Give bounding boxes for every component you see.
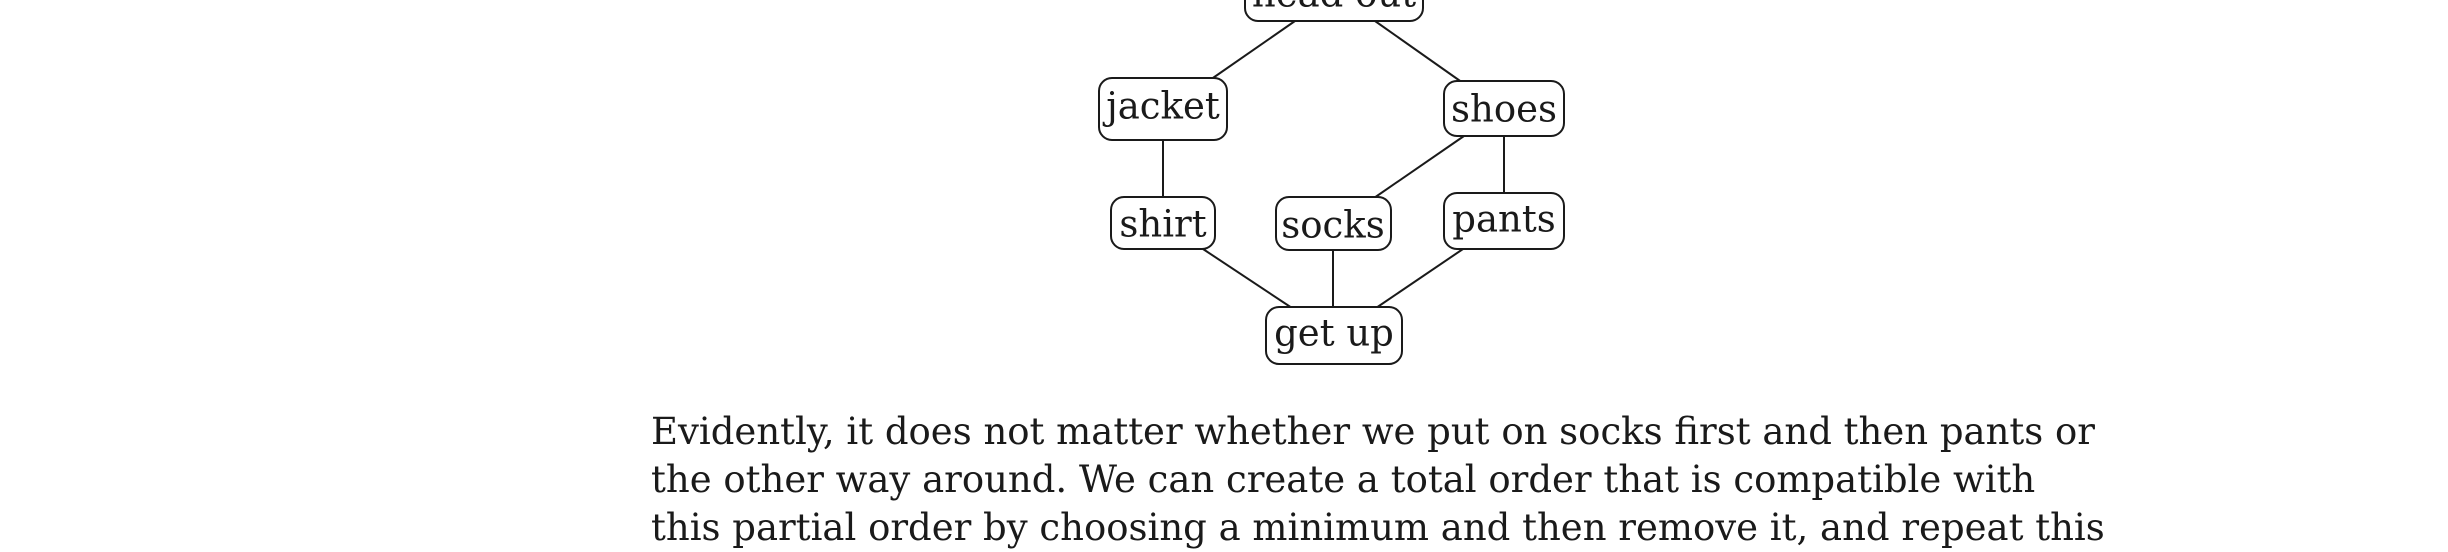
paragraph-line: this partial order by choosing a minimum… — [651, 506, 2105, 549]
paragraph-line: Evidently, it does not matter whether we… — [651, 410, 2095, 453]
paragraph-line: the other way around. We can create a to… — [651, 458, 2036, 501]
node-pants-label: pants — [1452, 198, 1555, 241]
node-shoes: shoes — [1443, 80, 1565, 137]
partial-order-diagram: head out jacket shoes shirt socks pants … — [1098, 0, 1565, 365]
node-shirt-label: shirt — [1119, 203, 1206, 246]
node-get-up-label: get up — [1274, 312, 1394, 355]
node-head-out-label: head out — [1252, 0, 1416, 16]
node-jacket: jacket — [1098, 77, 1228, 141]
edge-head-out-jacket — [1209, 20, 1296, 81]
edge-shoes-socks — [1373, 135, 1465, 199]
node-shirt: shirt — [1110, 196, 1216, 250]
node-pants: pants — [1443, 192, 1565, 250]
node-get-up: get up — [1265, 306, 1403, 365]
edge-pants-get-up — [1375, 248, 1464, 309]
edge-shirt-get-up — [1202, 248, 1293, 309]
body-paragraph: Evidently, it does not matter whether we… — [651, 408, 2105, 552]
node-head-out: head out — [1244, 0, 1424, 22]
node-shoes-label: shoes — [1451, 88, 1557, 131]
node-socks-label: socks — [1281, 204, 1384, 247]
node-socks: socks — [1275, 196, 1392, 251]
node-jacket-label: jacket — [1102, 85, 1220, 128]
edge-head-out-shoes — [1374, 20, 1464, 84]
